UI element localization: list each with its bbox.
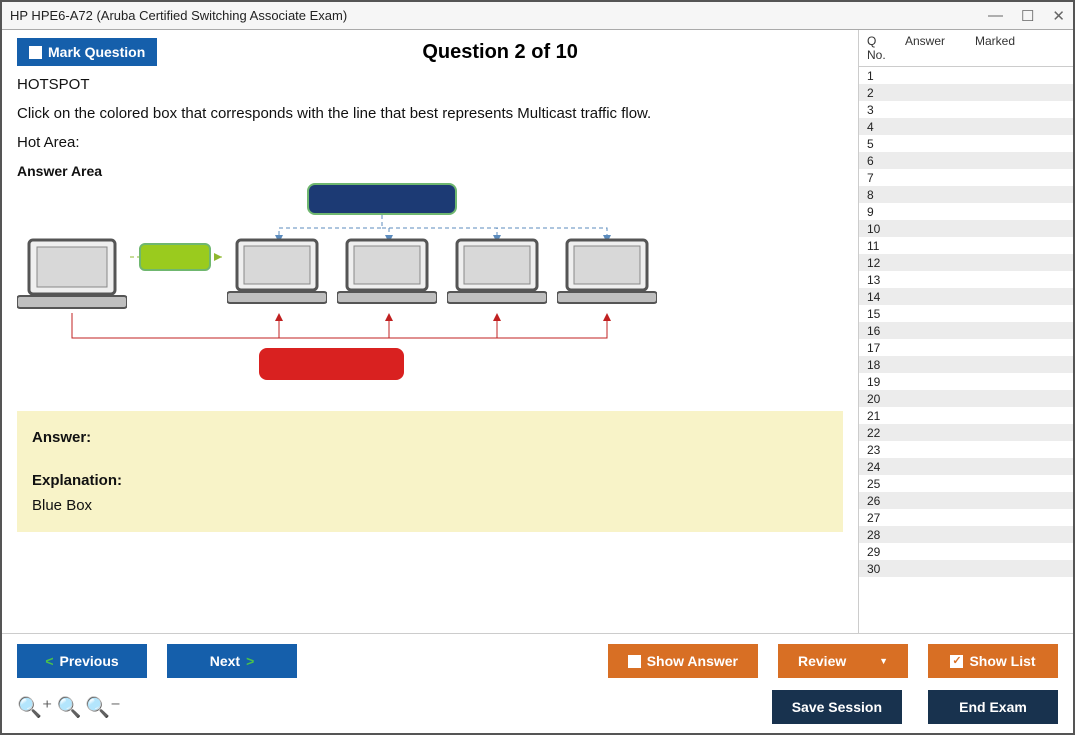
question-row[interactable]: 5: [859, 135, 1073, 152]
question-row[interactable]: 11: [859, 237, 1073, 254]
show-list-label: Show List: [969, 653, 1035, 669]
question-row[interactable]: 23: [859, 441, 1073, 458]
question-row[interactable]: 17: [859, 339, 1073, 356]
hot-area-label: Hot Area:: [17, 134, 843, 151]
question-row[interactable]: 1: [859, 67, 1073, 84]
answer-area-label: Answer Area: [17, 163, 843, 179]
show-answer-label: Show Answer: [647, 653, 738, 669]
previous-button[interactable]: < Previous: [17, 644, 147, 678]
close-icon[interactable]: ✕: [1052, 7, 1065, 25]
sidebar-header: Q No. Answer Marked: [859, 30, 1073, 67]
explanation-label: Explanation:: [32, 472, 828, 489]
question-row[interactable]: 29: [859, 543, 1073, 560]
hotspot-red-box[interactable]: [259, 348, 404, 380]
laptop-icon: [447, 238, 547, 308]
question-row[interactable]: 15: [859, 305, 1073, 322]
review-label: Review: [798, 653, 846, 669]
save-session-label: Save Session: [792, 699, 882, 715]
laptop-icon: [227, 238, 327, 308]
answer-panel: Answer: Explanation: Blue Box: [17, 411, 843, 532]
footer: < Previous Next > Show Answer Review ▼ S…: [2, 633, 1073, 733]
end-exam-label: End Exam: [959, 699, 1027, 715]
answer-label: Answer:: [32, 429, 91, 446]
question-row[interactable]: 2: [859, 84, 1073, 101]
question-row[interactable]: 20: [859, 390, 1073, 407]
show-list-button[interactable]: Show List: [928, 644, 1058, 678]
question-row[interactable]: 22: [859, 424, 1073, 441]
chevron-left-icon: <: [45, 653, 53, 669]
question-row[interactable]: 14: [859, 288, 1073, 305]
mark-question-button[interactable]: Mark Question: [17, 38, 157, 66]
question-row[interactable]: 25: [859, 475, 1073, 492]
question-row[interactable]: 24: [859, 458, 1073, 475]
question-row[interactable]: 26: [859, 492, 1073, 509]
question-row[interactable]: 27: [859, 509, 1073, 526]
laptop-icon: [337, 238, 437, 308]
question-row[interactable]: 6: [859, 152, 1073, 169]
chevron-down-icon: ▼: [879, 656, 888, 666]
review-button[interactable]: Review ▼: [778, 644, 908, 678]
maximize-icon[interactable]: ☐: [1021, 7, 1034, 25]
question-row[interactable]: 21: [859, 407, 1073, 424]
mark-question-label: Mark Question: [48, 44, 145, 60]
col-marked: Marked: [971, 30, 1073, 66]
next-label: Next: [210, 653, 240, 669]
col-answer: Answer: [901, 30, 971, 66]
chevron-right-icon: >: [246, 653, 254, 669]
question-row[interactable]: 8: [859, 186, 1073, 203]
question-row[interactable]: 19: [859, 373, 1073, 390]
show-answer-button[interactable]: Show Answer: [608, 644, 758, 678]
question-row[interactable]: 7: [859, 169, 1073, 186]
save-session-button[interactable]: Save Session: [772, 690, 902, 724]
hotspot-green-box[interactable]: [139, 243, 211, 271]
question-row[interactable]: 3: [859, 101, 1073, 118]
question-body: HOTSPOT Click on the colored box that co…: [17, 76, 843, 532]
question-row[interactable]: 28: [859, 526, 1073, 543]
question-type-label: HOTSPOT: [17, 76, 843, 93]
zoom-reset-icon[interactable]: 🔍: [56, 695, 81, 720]
window-title: HP HPE6-A72 (Aruba Certified Switching A…: [10, 8, 347, 23]
question-row[interactable]: 16: [859, 322, 1073, 339]
next-button[interactable]: Next >: [167, 644, 297, 678]
previous-label: Previous: [60, 653, 119, 669]
question-row[interactable]: 9: [859, 203, 1073, 220]
question-row[interactable]: 10: [859, 220, 1073, 237]
zoom-controls: 🔍⁺ 🔍 🔍⁻: [17, 695, 121, 720]
question-row[interactable]: 18: [859, 356, 1073, 373]
end-exam-button[interactable]: End Exam: [928, 690, 1058, 724]
question-prompt: Click on the colored box that correspond…: [17, 105, 843, 122]
question-row[interactable]: 4: [859, 118, 1073, 135]
hotspot-diagram: [17, 183, 677, 393]
zoom-in-icon[interactable]: 🔍⁺: [17, 695, 52, 720]
col-qno: Q No.: [859, 30, 901, 66]
question-row[interactable]: 30: [859, 560, 1073, 577]
zoom-out-icon[interactable]: 🔍⁻: [85, 695, 120, 720]
laptop-icon: [17, 238, 127, 313]
question-list[interactable]: 1234567891011121314151617181920212223242…: [859, 67, 1073, 633]
question-row[interactable]: 12: [859, 254, 1073, 271]
main-panel: Mark Question Question 2 of 10 HOTSPOT C…: [2, 30, 858, 633]
laptop-icon: [557, 238, 657, 308]
hotspot-blue-box[interactable]: [307, 183, 457, 215]
titlebar: HP HPE6-A72 (Aruba Certified Switching A…: [2, 2, 1073, 30]
checkbox-icon: [29, 46, 42, 59]
checkbox-checked-icon: [950, 655, 963, 668]
window-controls: — ☐ ✕: [988, 7, 1065, 25]
question-number-title: Question 2 of 10: [157, 41, 843, 64]
minimize-icon[interactable]: —: [988, 7, 1003, 25]
question-row[interactable]: 13: [859, 271, 1073, 288]
explanation-text: Blue Box: [32, 497, 828, 514]
checkbox-icon: [628, 655, 641, 668]
question-list-sidebar: Q No. Answer Marked 12345678910111213141…: [858, 30, 1073, 633]
